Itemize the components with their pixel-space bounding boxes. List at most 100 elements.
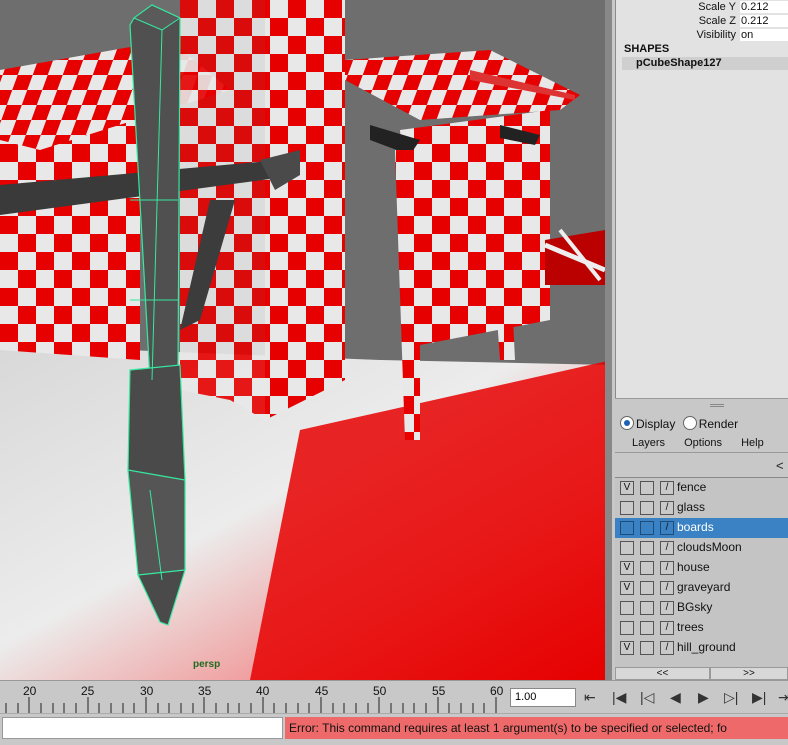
playback-toggle[interactable] [640,521,654,535]
menu-divider [615,452,788,453]
visibility-toggle[interactable]: V [620,481,634,495]
channel-row[interactable]: Scale Y 0.212 [616,1,788,15]
visibility-toggle[interactable] [620,541,634,555]
step-forward-key-icon[interactable]: ▶| [752,689,766,706]
channel-row[interactable]: Scale Z 0.212 [616,15,788,29]
layer-name: fence [677,480,707,494]
layer-row[interactable]: V / graveyard [615,578,788,598]
slash-icon[interactable]: / [660,561,674,575]
command-line: Error: This command requires at least 1 … [0,713,788,745]
playback-toggle[interactable] [640,581,654,595]
channel-value[interactable]: on [740,29,788,41]
playback-toggle[interactable] [640,501,654,515]
slash-icon[interactable]: / [660,581,674,595]
slash-icon[interactable]: / [660,501,674,515]
go-to-end-icon[interactable]: ⇥ [778,689,788,706]
menu-help[interactable]: Help [741,437,764,449]
layer-name: BGsky [677,600,713,614]
frame-tick-label: 40 [256,684,270,698]
camera-label: persp [193,659,221,670]
frame-tick-label: 50 [373,684,387,698]
playback-toggle[interactable] [640,561,654,575]
frame-tick-label: 25 [81,684,95,698]
playback-toggle[interactable] [640,481,654,495]
playback-toggle[interactable] [640,621,654,635]
channel-label: Visibility [696,29,736,41]
play-backward-icon[interactable]: ◀ [670,689,681,706]
layer-name: trees [677,620,704,634]
right-panel: Scale Y 0.212 Scale Z 0.212 Visibility o… [612,0,788,680]
layer-name: house [677,560,710,574]
playback-toggle[interactable] [640,641,654,655]
time-slider[interactable]: 20 25 30 35 40 45 50 55 60 1.00 ⇤ |◀ |◁ … [0,680,788,714]
channel-box: Scale Y 0.212 Scale Z 0.212 Visibility o… [615,0,788,398]
menu-layers[interactable]: Layers [632,437,665,449]
channel-label: Scale Z [698,15,736,27]
layer-list: V / fence / glass / boards / cloudsMoon … [615,477,788,668]
slash-icon[interactable]: / [660,601,674,615]
radio-render-label: Render [698,417,739,431]
playback-toggle[interactable] [640,541,654,555]
shapes-header: SHAPES [624,43,670,55]
layer-row-selected[interactable]: / boards [615,518,788,538]
panel-splitter[interactable] [615,398,788,413]
slash-icon[interactable]: / [660,641,674,655]
channel-value[interactable]: 0.212 [740,15,788,27]
layer-name: graveyard [677,580,731,594]
visibility-toggle[interactable] [620,601,634,615]
prev-layers-button[interactable]: << [615,667,710,680]
frame-tick-label: 45 [315,684,329,698]
layer-row[interactable]: / trees [615,618,788,638]
scene-render [0,0,612,680]
layer-row[interactable]: V / house [615,558,788,578]
layer-row[interactable]: / BGsky [615,598,788,618]
visibility-toggle[interactable] [620,621,634,635]
step-back-key-icon[interactable]: |◀ [612,689,626,706]
slash-icon[interactable]: / [660,521,674,535]
menu-options[interactable]: Options [684,437,722,449]
ruler-ticks [5,697,497,714]
frame-ruler[interactable]: 20 25 30 35 40 45 50 55 60 [0,681,507,714]
channel-value[interactable]: 0.212 [740,1,788,13]
perspective-viewport[interactable]: persp [0,0,612,680]
frame-tick-label: 30 [140,684,154,698]
error-message: Error: This command requires at least 1 … [285,717,788,739]
frame-tick-label: 55 [432,684,446,698]
layer-row[interactable]: / cloudsMoon [615,538,788,558]
layer-name: boards [677,520,714,534]
play-forward-icon[interactable]: ▶ [698,689,709,706]
layer-name: cloudsMoon [677,540,742,554]
visibility-toggle[interactable] [620,501,634,515]
step-forward-frame-icon[interactable]: ▷| [724,689,738,706]
slash-icon[interactable]: / [660,621,674,635]
radio-display[interactable] [620,416,634,430]
visibility-toggle[interactable] [620,521,634,535]
layer-menu: Layers Options Help [632,437,780,449]
frame-tick-label: 35 [198,684,212,698]
slash-icon[interactable]: / [660,481,674,495]
chevron-left-icon[interactable]: < [776,458,784,473]
layer-row[interactable]: / glass [615,498,788,518]
layer-row[interactable]: V / fence [615,478,788,498]
channel-label: Scale Y [698,1,736,13]
radio-render[interactable] [682,416,697,430]
radio-display-label: Display [636,417,676,431]
go-to-start-icon[interactable]: ⇤ [584,689,596,706]
command-input[interactable] [2,717,283,739]
visibility-toggle[interactable]: V [620,581,634,595]
layer-name: hill_ground [677,640,736,654]
frame-tick-label: 20 [23,684,37,698]
layer-row[interactable]: V / hill_ground [615,638,788,658]
next-layers-button[interactable]: >> [710,667,788,680]
visibility-toggle[interactable]: V [620,641,634,655]
step-back-frame-icon[interactable]: |◁ [640,689,654,706]
shape-item[interactable]: pCubeShape127 [622,57,788,70]
layer-name: glass [677,500,706,514]
frame-tick-label: 60 [490,684,504,698]
current-frame-field[interactable]: 1.00 [510,688,576,707]
slash-icon[interactable]: / [660,541,674,555]
playback-toggle[interactable] [640,601,654,615]
visibility-toggle[interactable]: V [620,561,634,575]
grip-icon [710,404,724,407]
channel-row[interactable]: Visibility on [616,29,788,43]
